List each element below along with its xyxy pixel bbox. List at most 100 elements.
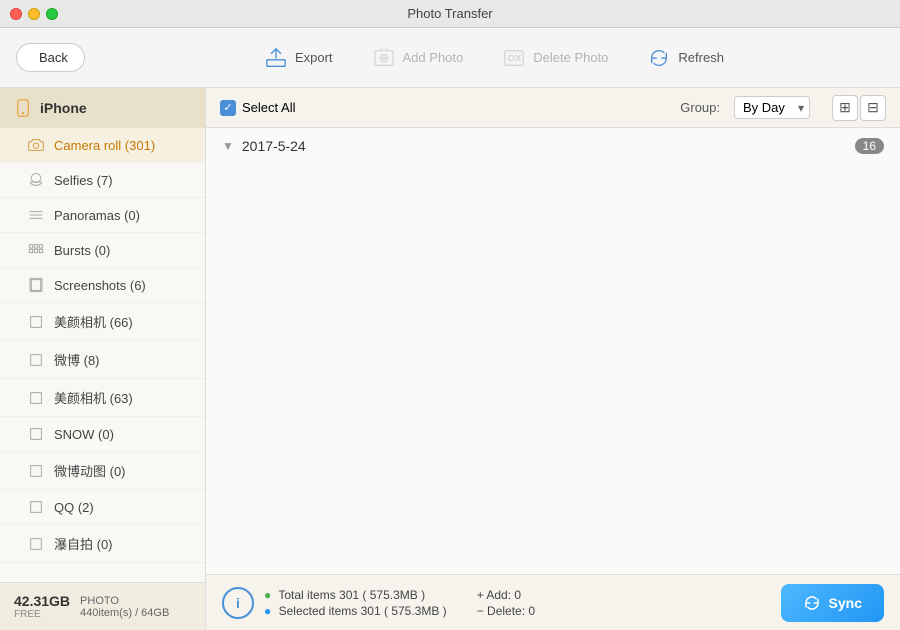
close-button[interactable] bbox=[10, 8, 22, 20]
sidebar-item-label: QQ (2) bbox=[54, 500, 94, 515]
refresh-action[interactable]: Refresh bbox=[648, 47, 724, 69]
sidebar-item-panoramas[interactable]: Panoramas (0) bbox=[0, 198, 205, 233]
collapse-chevron[interactable]: ▼ bbox=[222, 139, 234, 153]
total-items: ● Total items 301 ( 575.3MB ) bbox=[264, 588, 447, 602]
minimize-button[interactable] bbox=[28, 8, 40, 20]
add-plus: + bbox=[477, 588, 487, 602]
list-view-button[interactable]: ⊟ bbox=[860, 95, 886, 121]
export-icon bbox=[265, 47, 287, 69]
info-icon: i bbox=[222, 587, 254, 619]
sidebar-item-label: Bursts (0) bbox=[54, 243, 110, 258]
date-label: 2017-5-24 bbox=[242, 138, 306, 154]
sidebar-item-meipai1[interactable]: 美颜相机 (66) bbox=[0, 303, 205, 341]
storage-info: 42.31GB FREE bbox=[14, 593, 70, 620]
dot-blue: ● bbox=[264, 604, 271, 618]
refresh-icon bbox=[648, 47, 670, 69]
sidebar-item-paozishe[interactable]: 瀑自拍 (0) bbox=[0, 525, 205, 563]
view-toggle: ⊞ ⊟ bbox=[832, 95, 886, 121]
date-header: ▼ 2017-5-24 16 bbox=[222, 138, 884, 154]
content-toolbar: ✓ Select All Group: By Day ⊞ ⊟ bbox=[206, 88, 900, 128]
back-label: Back bbox=[39, 50, 68, 65]
select-all-control[interactable]: ✓ Select All bbox=[220, 100, 295, 116]
selected-items: ● Selected items 301 ( 575.3MB ) bbox=[264, 604, 447, 618]
storage-items: 440item(s) / 64GB bbox=[80, 607, 169, 619]
sidebar-item-meipai2[interactable]: 美颜相机 (63) bbox=[0, 379, 205, 417]
group-wrapper: By Day bbox=[734, 96, 810, 119]
delete-photo-action[interactable]: Delete Photo bbox=[503, 47, 608, 69]
date-section: ▼ 2017-5-24 16 bbox=[222, 138, 884, 154]
device-label: iPhone bbox=[40, 100, 87, 116]
meipai1-icon bbox=[28, 314, 44, 330]
delete-photo-icon bbox=[503, 47, 525, 69]
screenshots-icon bbox=[28, 277, 44, 293]
photo-label: PHOTO bbox=[80, 595, 119, 607]
group-select[interactable]: By Day bbox=[734, 96, 810, 119]
sidebar-item-selfies[interactable]: Selfies (7) bbox=[0, 163, 205, 198]
sync-label: Sync bbox=[829, 595, 862, 611]
total-label: Total items 301 ( 575.3MB ) bbox=[278, 588, 425, 602]
add-delete-info: + Add: 0 − Delete: 0 bbox=[477, 588, 535, 618]
window-title: Photo Transfer bbox=[407, 6, 492, 21]
sidebar-item-bursts[interactable]: Bursts (0) bbox=[0, 233, 205, 268]
camera-roll-icon bbox=[28, 137, 44, 153]
storage-gb: 42.31GB bbox=[14, 593, 70, 609]
sidebar-item-label: 微博动图 (0) bbox=[54, 461, 126, 480]
sidebar-footer: 42.31GB FREE PHOTO 440item(s) / 64GB bbox=[0, 582, 205, 630]
content-area: ✓ Select All Group: By Day ⊞ ⊟ ▼ 2017-5-… bbox=[206, 88, 900, 630]
sidebar-header: iPhone bbox=[0, 88, 205, 128]
sidebar-item-snow[interactable]: SNOW (0) bbox=[0, 417, 205, 452]
meipai2-icon bbox=[28, 390, 44, 406]
add-photo-icon bbox=[373, 47, 395, 69]
window-controls bbox=[10, 8, 58, 20]
grid-view-button[interactable]: ⊞ bbox=[832, 95, 858, 121]
bottom-bar: i ● Total items 301 ( 575.3MB ) ● Select… bbox=[206, 574, 900, 630]
delete-value: 0 bbox=[528, 604, 535, 618]
delete-minus: − bbox=[477, 604, 487, 618]
sidebar-item-label: 美颜相机 (66) bbox=[54, 312, 133, 331]
weibogt-icon bbox=[28, 463, 44, 479]
sidebar-item-camera-roll[interactable]: Camera roll (301) bbox=[0, 128, 205, 163]
stats-info: ● Total items 301 ( 575.3MB ) ● Selected… bbox=[264, 588, 447, 618]
sidebar-item-label: 瀑自拍 (0) bbox=[54, 534, 113, 553]
snow-icon bbox=[28, 426, 44, 442]
select-all-checkbox[interactable]: ✓ bbox=[220, 100, 236, 116]
sidebar-item-qq[interactable]: QQ (2) bbox=[0, 490, 205, 525]
qq-icon bbox=[28, 499, 44, 515]
storage-free: FREE bbox=[14, 609, 70, 620]
add-photo-label: Add Photo bbox=[403, 50, 464, 65]
toolbar-actions: Export Add Photo Delete Photo bbox=[105, 47, 884, 69]
back-button[interactable]: Back bbox=[16, 43, 85, 72]
add-info: + Add: 0 bbox=[477, 588, 535, 602]
main-area: iPhone Camera roll (301) Selfies (7) Pan… bbox=[0, 88, 900, 630]
delete-info: − Delete: 0 bbox=[477, 604, 535, 618]
sidebar-item-weibogt[interactable]: 微博动图 (0) bbox=[0, 452, 205, 490]
export-action[interactable]: Export bbox=[265, 47, 333, 69]
sidebar-item-list: Camera roll (301) Selfies (7) Panoramas … bbox=[0, 128, 205, 582]
weibo-icon bbox=[28, 352, 44, 368]
sidebar-item-label: Screenshots (6) bbox=[54, 278, 146, 293]
sidebar-item-label: Panoramas (0) bbox=[54, 208, 140, 223]
sidebar-item-screenshots[interactable]: Screenshots (6) bbox=[0, 268, 205, 303]
paozishe-icon bbox=[28, 536, 44, 552]
iphone-icon bbox=[14, 99, 32, 117]
sidebar-item-label: Selfies (7) bbox=[54, 173, 113, 188]
sync-button[interactable]: Sync bbox=[781, 584, 884, 622]
export-label: Export bbox=[295, 50, 333, 65]
photo-grid-area: ▼ 2017-5-24 16 bbox=[206, 128, 900, 574]
sidebar: iPhone Camera roll (301) Selfies (7) Pan… bbox=[0, 88, 206, 630]
date-count: 16 bbox=[855, 138, 884, 154]
sidebar-item-label: 微博 (8) bbox=[54, 350, 100, 369]
select-all-label: Select All bbox=[242, 100, 295, 115]
sync-icon bbox=[803, 594, 821, 612]
bursts-icon bbox=[28, 242, 44, 258]
sidebar-item-label: Camera roll (301) bbox=[54, 138, 155, 153]
dot-green: ● bbox=[264, 588, 271, 602]
storage-detail: PHOTO 440item(s) / 64GB bbox=[80, 595, 169, 619]
add-photo-action[interactable]: Add Photo bbox=[373, 47, 464, 69]
maximize-button[interactable] bbox=[46, 8, 58, 20]
panoramas-icon bbox=[28, 207, 44, 223]
sidebar-item-label: SNOW (0) bbox=[54, 427, 114, 442]
group-label: Group: bbox=[680, 100, 720, 115]
sidebar-item-weibo[interactable]: 微博 (8) bbox=[0, 341, 205, 379]
main-toolbar: Back Export Add Photo Delete bbox=[0, 28, 900, 88]
